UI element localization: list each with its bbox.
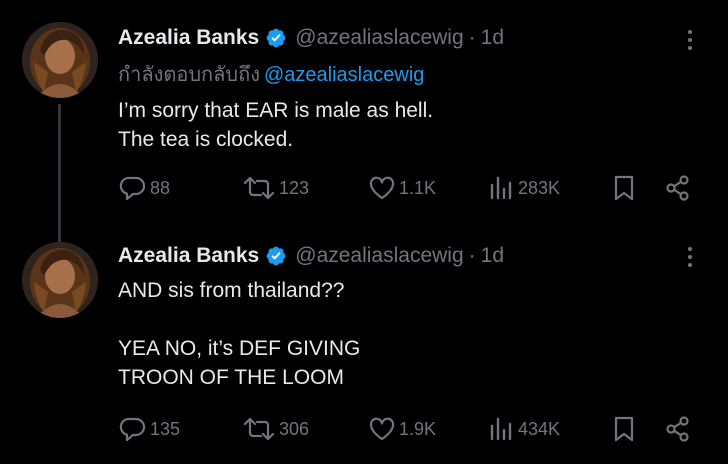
- like-count: 1.1K: [399, 177, 437, 198]
- action-bar: 88 123 1.1K 283K: [0, 173, 728, 203]
- display-name[interactable]: Azealia Banks: [118, 244, 259, 268]
- views-icon: [490, 417, 512, 441]
- retweet-count: 123: [279, 177, 310, 198]
- views-icon: [490, 176, 512, 200]
- reply-button[interactable]: 135: [119, 414, 180, 444]
- more-options-icon[interactable]: [682, 28, 698, 52]
- avatar[interactable]: [22, 22, 98, 98]
- replying-to: กำลังตอบกลับถึง @azealiaslacewig: [118, 62, 424, 88]
- like-button[interactable]: 1.1K: [368, 173, 436, 203]
- verified-badge-icon: [265, 245, 287, 267]
- timestamp[interactable]: 1d: [481, 244, 504, 268]
- user-handle[interactable]: @azealiaslacewig: [295, 244, 463, 268]
- tweet-text-line: AND sis from thailand??: [118, 279, 345, 302]
- action-bar: 135 306 1.9K 434K: [0, 414, 728, 444]
- bookmark-icon: [614, 416, 634, 442]
- user-handle[interactable]: @azealiaslacewig: [295, 26, 463, 50]
- display-name[interactable]: Azealia Banks: [118, 26, 259, 50]
- retweet-icon: [243, 417, 275, 441]
- reply-count: 135: [150, 418, 181, 439]
- tweet-text-line: I’m sorry that EAR is male as hell.: [118, 99, 434, 122]
- tweet-text: AND sis from thailand?? YEA NO, it’s DEF…: [118, 276, 360, 392]
- retweet-icon: [243, 176, 275, 200]
- tweet-text-line: TROON OF THE LOOM: [118, 366, 344, 389]
- reply-icon: [119, 417, 146, 442]
- views-button[interactable]: 283K: [489, 173, 560, 203]
- replying-to-label: กำลังตอบกลับถึง: [118, 64, 260, 86]
- avatar[interactable]: [22, 242, 98, 318]
- views-button[interactable]: 434K: [489, 414, 560, 444]
- share-icon: [666, 416, 689, 442]
- like-count: 1.9K: [399, 418, 437, 439]
- bookmark-button[interactable]: [612, 173, 636, 203]
- reply-count: 88: [150, 177, 171, 198]
- reply-icon: [119, 176, 146, 201]
- tweet[interactable]: Azealia Banks @azealiaslacewig · 1d AND …: [0, 232, 728, 464]
- timestamp[interactable]: 1d: [481, 26, 504, 50]
- more-options-icon[interactable]: [682, 245, 698, 269]
- tweet-text-line: The tea is clocked.: [118, 128, 294, 151]
- like-button[interactable]: 1.9K: [368, 414, 436, 444]
- separator-dot: ·: [468, 244, 476, 267]
- retweet-count: 306: [279, 418, 310, 439]
- heart-icon: [369, 176, 395, 200]
- verified-badge-icon: [265, 27, 287, 49]
- bookmark-icon: [614, 175, 634, 201]
- share-button[interactable]: [664, 414, 692, 444]
- avatar-image: [22, 22, 98, 98]
- retweet-button[interactable]: 123: [242, 173, 309, 203]
- share-icon: [666, 175, 689, 201]
- tweet[interactable]: Azealia Banks @azealiaslacewig · 1d กำลั…: [0, 0, 728, 244]
- tweet-header: Azealia Banks @azealiaslacewig · 1d: [118, 244, 504, 268]
- views-count: 434K: [518, 418, 561, 439]
- reply-button[interactable]: 88: [119, 173, 170, 203]
- views-count: 283K: [518, 177, 561, 198]
- tweet-header: Azealia Banks @azealiaslacewig · 1d: [118, 26, 504, 50]
- avatar-image: [22, 242, 98, 318]
- separator-dot: ·: [468, 26, 476, 49]
- retweet-button[interactable]: 306: [242, 414, 309, 444]
- tweet-text-line: [118, 305, 360, 334]
- share-button[interactable]: [664, 173, 692, 203]
- heart-icon: [369, 417, 395, 441]
- bookmark-button[interactable]: [612, 414, 636, 444]
- tweet-text: I’m sorry that EAR is male as hell. The …: [118, 96, 433, 154]
- reply-mention-link[interactable]: @azealiaslacewig: [264, 64, 424, 86]
- tweet-text-line: YEA NO, it’s DEF GIVING: [118, 337, 361, 360]
